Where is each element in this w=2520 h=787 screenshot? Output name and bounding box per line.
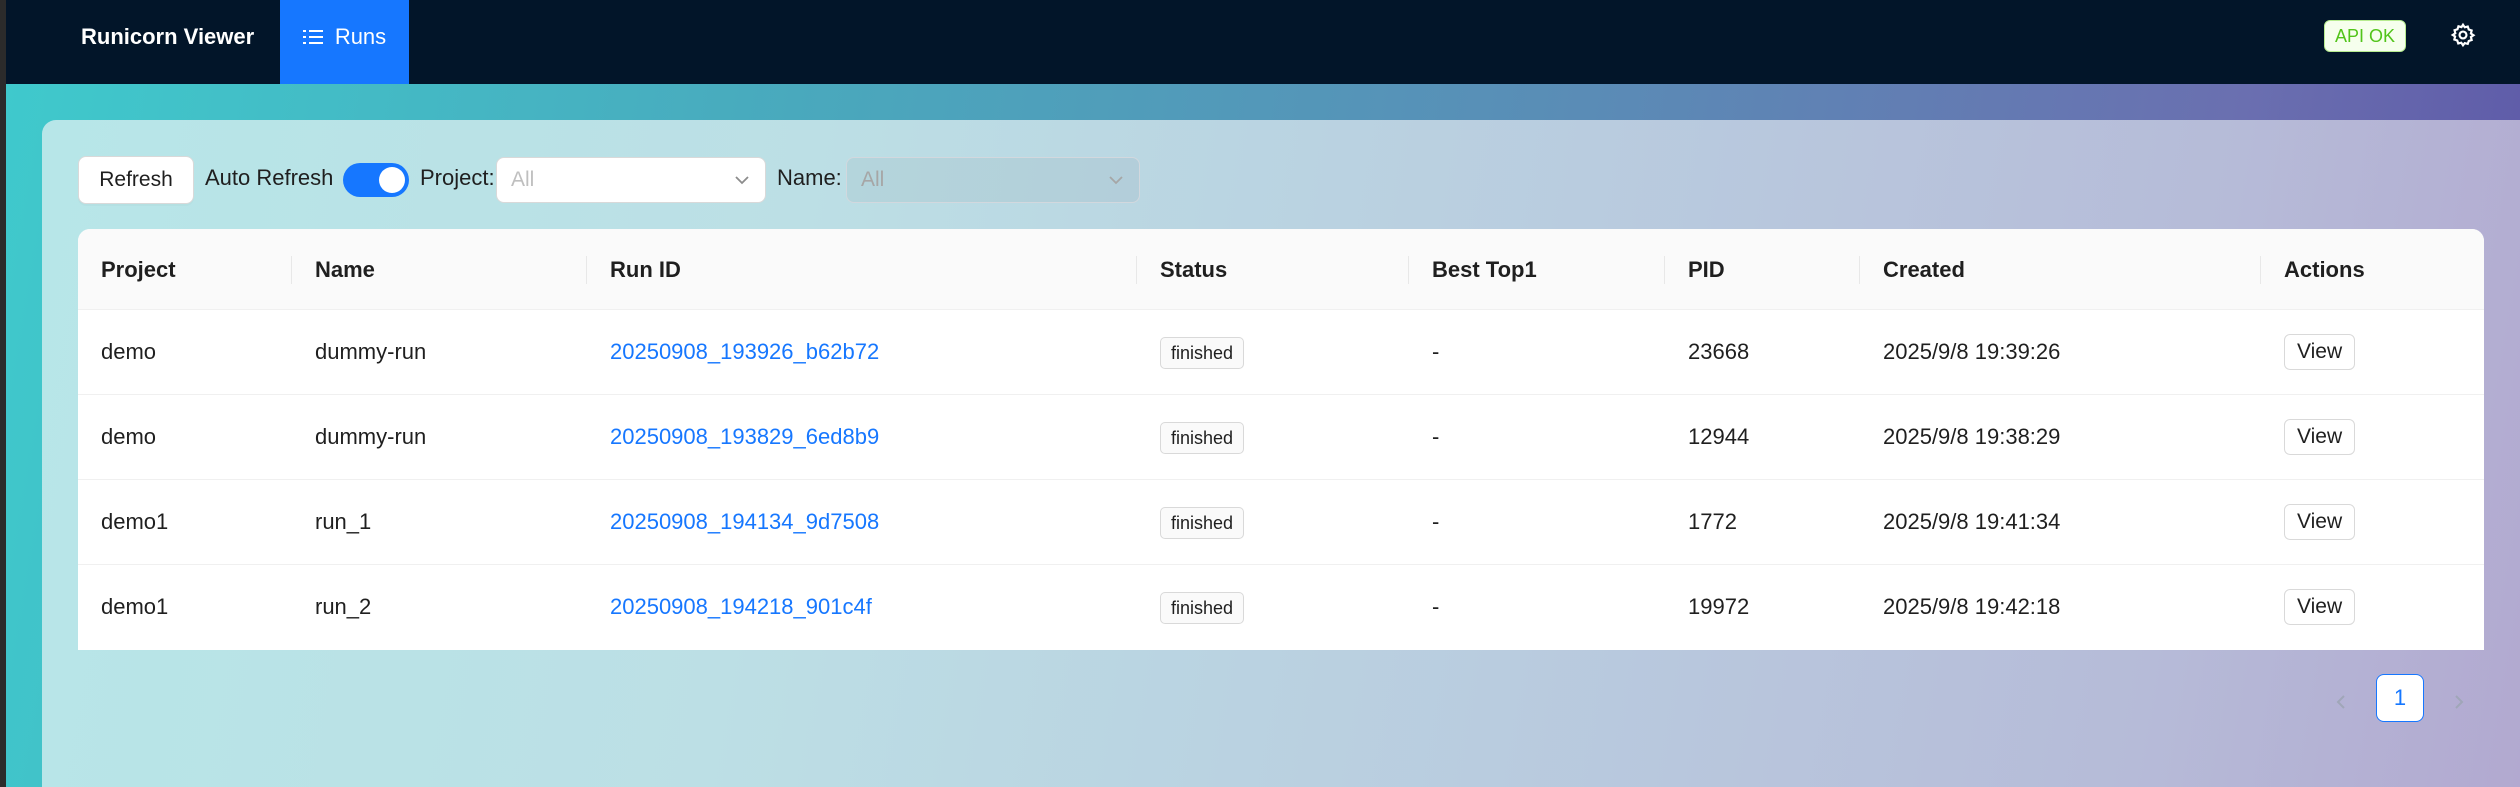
cell-pid: 1772 — [1688, 509, 1737, 534]
cell-name: run_2 — [315, 594, 372, 619]
runs-table: Project Name Run ID Status Best Top1 PID… — [78, 229, 2484, 650]
cell-project: demo1 — [101, 594, 169, 619]
chevron-right-icon[interactable] — [2445, 688, 2473, 716]
project-select[interactable]: All — [496, 157, 766, 203]
view-button[interactable]: View — [2284, 504, 2356, 540]
cell-best-top1: - — [1432, 339, 1440, 364]
view-button[interactable]: View — [2284, 589, 2356, 625]
auto-refresh-label: Auto Refresh — [205, 165, 334, 190]
column-header-status[interactable]: Status — [1160, 229, 1227, 310]
auto-refresh-toggle[interactable] — [343, 163, 409, 197]
column-header-name[interactable]: Name — [315, 229, 375, 310]
column-header-created[interactable]: Created — [1883, 229, 1965, 310]
cell-name: run_1 — [315, 509, 372, 534]
view-button[interactable]: View — [2284, 419, 2356, 455]
nav-item-runs-label: Runs — [334, 24, 387, 49]
column-divider — [586, 256, 587, 284]
cell-project: demo1 — [101, 509, 169, 534]
status-badge: finished — [1160, 337, 1245, 369]
api-status-badge: API OK — [2324, 20, 2407, 52]
column-divider — [1136, 256, 1137, 284]
column-divider — [1408, 256, 1409, 284]
chevron-left-icon[interactable] — [2327, 688, 2355, 716]
column-header-run-id[interactable]: Run ID — [610, 229, 681, 310]
pagination-page-current[interactable]: 1 — [2376, 674, 2424, 722]
column-header-actions: Actions — [2284, 257, 2365, 282]
chevron-down-icon — [1109, 176, 1123, 185]
cell-name: dummy-run — [315, 339, 427, 364]
cell-name: dummy-run — [315, 424, 427, 449]
chevron-down-icon — [735, 176, 749, 185]
name-select-value: All — [861, 168, 885, 191]
cell-best-top1: - — [1432, 509, 1440, 534]
column-header-best-top1[interactable]: Best Top1 — [1432, 229, 1537, 310]
name-select[interactable]: All — [846, 157, 1140, 203]
table-row: demo dummy-run 20250908_193829_6ed8b9 fi… — [78, 395, 2484, 480]
toggle-knob — [379, 167, 405, 193]
cell-project: demo — [101, 339, 157, 364]
list-icon — [302, 28, 323, 46]
table-row: demo dummy-run 20250908_193926_b62b72 fi… — [78, 310, 2484, 395]
run-id-link[interactable]: 20250908_193926_b62b72 — [610, 310, 879, 394]
project-filter-label: Project: — [420, 165, 495, 190]
run-id-link[interactable]: 20250908_193829_6ed8b9 — [610, 395, 879, 479]
run-id-link[interactable]: 20250908_194134_9d7508 — [610, 480, 879, 564]
table-header: Project Name Run ID Status Best Top1 PID… — [78, 229, 2484, 310]
top-navbar: Runicorn Viewer Runs API OK — [6, 0, 2520, 84]
cell-pid: 23668 — [1688, 339, 1750, 364]
status-badge: finished — [1160, 592, 1245, 624]
column-header-pid[interactable]: PID — [1688, 229, 1725, 310]
cell-project: demo — [101, 424, 157, 449]
run-id-link[interactable]: 20250908_194218_901c4f — [610, 565, 872, 649]
column-divider — [291, 256, 292, 284]
cell-created: 2025/9/8 19:38:29 — [1883, 424, 2061, 449]
name-filter-label: Name: — [777, 165, 842, 190]
view-button[interactable]: View — [2284, 334, 2356, 370]
nav-item-runs[interactable]: Runs — [280, 0, 409, 84]
table-row: demo1 run_2 20250908_194218_901c4f finis… — [78, 565, 2484, 650]
cell-best-top1: - — [1432, 424, 1440, 449]
gear-icon[interactable] — [2450, 22, 2476, 48]
cell-created: 2025/9/8 19:42:18 — [1883, 594, 2061, 619]
table-row: demo1 run_1 20250908_194134_9d7508 finis… — [78, 480, 2484, 565]
status-badge: finished — [1160, 507, 1245, 539]
cell-created: 2025/9/8 19:41:34 — [1883, 509, 2061, 534]
status-badge: finished — [1160, 422, 1245, 454]
cell-pid: 19972 — [1688, 594, 1750, 619]
cell-created: 2025/9/8 19:39:26 — [1883, 339, 2061, 364]
project-select-value: All — [511, 168, 535, 191]
column-header-project[interactable]: Project — [101, 229, 176, 310]
refresh-button[interactable]: Refresh — [78, 156, 194, 204]
column-divider — [2260, 256, 2261, 284]
cell-pid: 12944 — [1688, 424, 1750, 449]
cell-best-top1: - — [1432, 594, 1440, 619]
column-divider — [1664, 256, 1665, 284]
app-brand: Runicorn Viewer — [81, 24, 255, 49]
column-divider — [1859, 256, 1860, 284]
